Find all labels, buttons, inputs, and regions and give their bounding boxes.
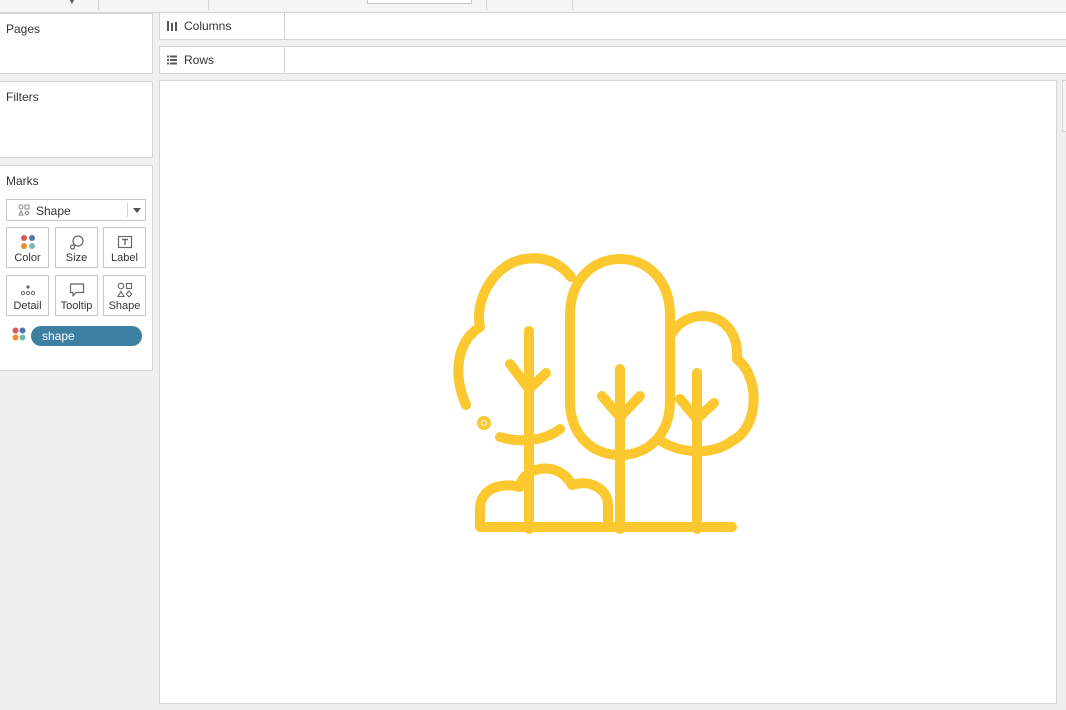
pages-card[interactable]: Pages [0, 13, 153, 74]
size-icon [56, 234, 97, 250]
color-dots-icon [12, 326, 26, 345]
columns-shelf[interactable]: Columns [159, 12, 1066, 40]
toolbar-separator [572, 0, 573, 10]
rows-shelf[interactable]: Rows [159, 46, 1066, 74]
detail-button[interactable]: Detail [6, 275, 49, 316]
columns-icon [166, 20, 178, 32]
toolbar-separator [98, 0, 99, 10]
pages-title: Pages [6, 22, 41, 36]
columns-label: Columns [184, 19, 232, 33]
color-button[interactable]: Color [6, 227, 49, 268]
detail-icon [7, 282, 48, 298]
tooltip-button[interactable]: Tooltip [55, 275, 98, 316]
label-icon [104, 234, 145, 250]
shape-button-label: Shape [108, 300, 141, 312]
rows-label: Rows [184, 53, 215, 67]
filters-title: Filters [6, 90, 39, 104]
view-canvas[interactable] [159, 80, 1057, 704]
mark-type-label: Shape [36, 204, 71, 218]
toolbar-separator [208, 0, 209, 10]
shape-icon [104, 282, 145, 298]
size-button-label: Size [65, 252, 88, 264]
shape-field-pill[interactable]: shape [31, 326, 142, 346]
shape-icon [18, 204, 30, 219]
toolbar-dropdown[interactable] [367, 0, 472, 4]
tooltip-icon [56, 282, 97, 298]
mark-type-dropdown[interactable]: Shape [6, 199, 146, 221]
rows-icon [166, 54, 178, 66]
label-button-label: Label [111, 252, 138, 264]
panel-edge [1062, 80, 1066, 132]
shape-button[interactable]: Shape [103, 275, 146, 316]
tooltip-button-label: Tooltip [60, 300, 93, 312]
toolbar-icon[interactable]: ▼ [67, 0, 77, 8]
detail-button-label: Detail [13, 300, 42, 312]
size-button[interactable]: Size [55, 227, 98, 268]
columns-shelf-label: Columns [160, 13, 285, 39]
dropdown-divider [127, 203, 128, 217]
color-dots-icon [7, 234, 48, 250]
chevron-down-icon[interactable] [133, 208, 141, 213]
filters-card[interactable]: Filters [0, 81, 153, 158]
trees-icon[interactable] [450, 249, 770, 539]
rows-shelf-label: Rows [160, 47, 285, 73]
color-button-label: Color [14, 252, 41, 264]
marks-title: Marks [6, 174, 39, 188]
label-button[interactable]: Label [103, 227, 146, 268]
toolbar-separator [486, 0, 487, 10]
